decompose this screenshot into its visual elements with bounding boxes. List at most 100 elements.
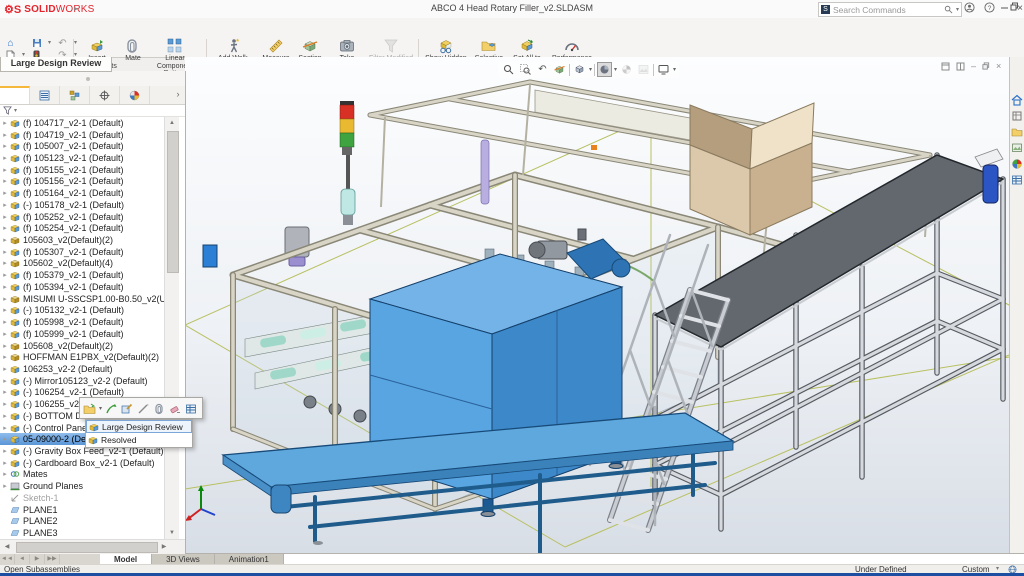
tree-item[interactable]: ▸ (f) 105999_v2-1 (Default) [0,328,164,340]
expand-arrow[interactable]: ▸ [0,435,10,443]
tree-item[interactable]: ▸ HOFFMAN E1PBX_v2(Default)(2) [0,351,164,363]
expand-arrow[interactable]: ▸ [0,306,10,314]
expand-arrow[interactable]: ▸ [0,259,10,267]
expand-arrow[interactable]: ▸ [0,295,10,303]
expand-arrow[interactable]: ▸ [0,283,10,291]
tree-item[interactable]: ▸ (-) Cardboard Box_v2-1 (Default) [0,457,164,469]
sensor-box[interactable] [202,244,218,268]
doc-minimize-button[interactable]: – [971,61,976,71]
tab-featuremanager[interactable] [0,86,30,110]
scroll-down-arrow[interactable]: ▼ [166,527,178,539]
expand-arrow[interactable]: ▸ [0,142,10,150]
scroll-up-arrow[interactable]: ▲ [166,117,178,129]
solidworks-resources-icon[interactable] [1011,93,1023,106]
expand-arrow[interactable]: ▸ [0,189,10,197]
tree-item[interactable]: ▸ (f) 105123_v2-1 (Default) [0,152,164,164]
menu-item-large-design-review[interactable]: Large Design Review [86,420,192,433]
orange-fitting[interactable] [591,145,597,150]
viewport-3d-scene[interactable] [185,57,1009,553]
doc-tab-icon[interactable] [941,62,950,71]
tree-item[interactable]: ▸ Mates [0,469,164,481]
save-icon[interactable] [30,38,43,49]
help-icon[interactable]: ? [982,2,996,16]
close-button[interactable]: × [1016,2,1024,16]
view-orientation-icon[interactable] [572,62,587,77]
tree-vertical-scrollbar[interactable]: ▲ ▼ [164,117,179,539]
tree-item[interactable]: ▸ (f) 105007_v2-1 (Default) [0,140,164,152]
tree-item[interactable]: ▸ (f) 105156_v2-1 (Default) [0,176,164,188]
expand-arrow[interactable]: ▸ [0,365,10,373]
tree-item[interactable]: ▸ MISUMI U-SSCSP1.00-B0.50_v2(U-SSCSP(304… [0,293,164,305]
mate-button[interactable]: Mate [120,37,146,74]
tab-displaymanager[interactable] [120,86,150,104]
undo-icon[interactable]: ↶ [56,38,69,49]
tree-item[interactable]: ▸ 105602_v2(Default)(4) [0,258,164,270]
expand-arrow[interactable]: ▸ [0,166,10,174]
expand-arrow[interactable]: ▸ [0,482,10,490]
tree-item[interactable]: ▸ (-) 105132_v2-1 (Default) [0,305,164,317]
isolate-icon[interactable] [137,402,150,415]
expand-arrow[interactable]: ▸ [0,119,10,127]
tree-item[interactable]: ▸ (-) Mirror105123_v2-2 (Default) [0,375,164,387]
tab-configurationmanager[interactable] [60,86,90,104]
search-input[interactable]: S Search Commands ▾ [818,2,962,17]
tree-item[interactable]: Sketch-1 [0,492,164,504]
doc-close-button[interactable]: × [996,61,1001,71]
open-dropdown-caret[interactable]: ▾ [99,405,102,412]
expand-arrow[interactable]: ▸ [0,177,10,185]
expand-arrow[interactable]: ▸ [0,131,10,139]
scroll-right-arrow[interactable]: ▶ [158,541,170,553]
scroll-left-arrow[interactable]: ◀ [1,541,13,553]
filter-dropdown-caret[interactable]: ▾ [14,107,17,114]
expand-arrow[interactable]: ▸ [0,424,10,432]
vertical-scroll-thumb[interactable] [167,131,179,273]
expand-arrow[interactable]: ▸ [0,248,10,256]
expand-arrow[interactable]: ▸ [0,470,10,478]
tab-large-design-review[interactable]: Large Design Review [0,57,112,72]
tree-item[interactable]: ▸ (f) 105155_v2-1 (Default) [0,164,164,176]
tree-item[interactable]: ▸ (-) 105178_v2-1 (Default) [0,199,164,211]
tree-item[interactable]: ▸ (f) 105252_v2-1 (Default) [0,211,164,223]
tree-item[interactable]: PLANE3 [0,527,164,539]
view-orientation-caret[interactable]: ▾ [589,66,592,73]
save-dropdown-caret[interactable]: ▾ [46,38,53,50]
view-settings-caret[interactable]: ▾ [673,66,676,73]
tree-item[interactable]: ▸ (f) 105254_v2-1 (Default) [0,222,164,234]
view-settings-icon[interactable] [656,62,671,77]
expand-arrow[interactable]: ▸ [0,342,10,350]
tree-item[interactable]: PLANE2 [0,515,164,527]
expand-arrow[interactable]: ▸ [0,154,10,162]
open-button[interactable] [83,402,96,415]
doc-restore-button[interactable] [982,62,990,70]
custom-properties-icon[interactable] [1011,173,1023,185]
expand-arrow[interactable]: ▸ [0,271,10,279]
blue-cylinder[interactable] [982,164,999,204]
tree-item[interactable]: ▸ (f) 105379_v2-1 (Default) [0,269,164,281]
tree-item[interactable]: ▸ (f) 105307_v2-1 (Default) [0,246,164,258]
panel-splitter[interactable] [0,71,185,87]
erase-icon[interactable] [169,402,182,415]
component-properties-icon[interactable] [185,402,198,415]
tree-item[interactable]: ▸ (f) 105164_v2-1 (Default) [0,187,164,199]
tree-item[interactable]: PLANE1 [0,504,164,516]
expand-arrow[interactable]: ▸ [0,201,10,209]
zoom-to-area-icon[interactable] [518,62,533,77]
panel-tab-overflow[interactable]: › [171,86,185,104]
tree-item[interactable]: ▸ (f) 104719_v2-1 (Default) [0,129,164,141]
file-explorer-icon[interactable] [1011,125,1023,137]
display-style-caret[interactable]: ▾ [614,66,617,73]
stack-light[interactable] [339,101,356,225]
horizontal-scroll-thumb[interactable] [16,542,158,553]
edit-icon[interactable] [121,402,134,415]
expand-arrow[interactable]: ▸ [0,459,10,467]
attach-icon[interactable] [153,402,166,415]
expand-arrow[interactable]: ▸ [0,213,10,221]
search-dropdown-caret[interactable]: ▾ [956,6,959,13]
design-library-icon[interactable] [1011,109,1023,121]
tree-item[interactable]: ▸ Ground Planes [0,480,164,492]
appearances-scenes-icon[interactable] [1011,157,1023,169]
tab-dimxpertmanager[interactable] [90,86,120,104]
expand-arrow[interactable]: ▸ [0,318,10,326]
end-plate[interactable] [974,148,1004,168]
expand-arrow[interactable]: ▸ [0,447,10,455]
